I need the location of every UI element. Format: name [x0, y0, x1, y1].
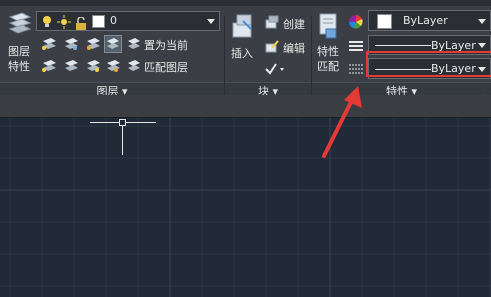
linetype-preview [375, 45, 431, 46]
pickbox-icon [119, 119, 126, 126]
chevron-down-icon[interactable] [207, 19, 215, 24]
layer-properties-icon[interactable] [5, 10, 33, 40]
layer-off-icon[interactable] [84, 36, 102, 52]
drawing-canvas[interactable] [0, 118, 491, 297]
layer-unisolate-icon[interactable] [40, 58, 58, 74]
annotation-arrow-icon [322, 86, 362, 158]
annotation-highlight-box [366, 51, 491, 77]
block-attributes-icon[interactable] [264, 61, 284, 77]
set-current-button[interactable]: 置为当前 [144, 37, 188, 53]
layer-properties-label[interactable]: 图层 特性 [5, 44, 33, 74]
insert-block-icon[interactable] [228, 10, 258, 44]
linetype-icon[interactable] [348, 38, 364, 54]
match-layer-icon[interactable] [126, 58, 144, 74]
layer-isolate-icon[interactable] [40, 36, 58, 52]
insert-button[interactable]: 插入 [231, 45, 253, 61]
set-current-icon[interactable] [126, 36, 144, 52]
color-value: ByLayer [403, 14, 448, 27]
color-wheel-icon[interactable] [348, 14, 364, 30]
color-dropdown[interactable]: ByLayer [368, 10, 491, 31]
layer-dropdown[interactable]: 0 [36, 11, 220, 31]
layer-lock-icon[interactable] [84, 58, 102, 74]
lightbulb-icon[interactable] [41, 14, 53, 33]
color-swatch [377, 14, 392, 29]
current-layer-name: 0 [110, 14, 117, 27]
edit-button[interactable]: 编辑 [283, 40, 305, 56]
layer-thaw-icon[interactable] [62, 58, 80, 74]
chevron-down-icon[interactable] [478, 43, 486, 48]
make-current-icon[interactable] [104, 35, 122, 53]
crosshair-cursor-vertical [122, 122, 123, 155]
layer-color-swatch [92, 15, 105, 28]
layer-unlock-icon[interactable] [104, 58, 122, 74]
sun-icon[interactable] [57, 14, 71, 33]
match-layer-button[interactable]: 匹配图层 [144, 59, 188, 75]
unlock-icon[interactable] [75, 15, 87, 34]
create-block-icon[interactable] [264, 14, 282, 30]
match-properties-label[interactable]: 特性 匹配 [317, 44, 339, 74]
lineweight-icon[interactable] [348, 61, 364, 77]
file-tab-bar [0, 95, 491, 118]
create-button[interactable]: 创建 [283, 16, 305, 32]
edit-block-icon[interactable] [264, 38, 282, 54]
layer-freeze-icon[interactable] [62, 36, 80, 52]
match-properties-icon[interactable] [316, 10, 342, 42]
chevron-down-icon[interactable] [478, 18, 486, 24]
grid [0, 118, 491, 297]
